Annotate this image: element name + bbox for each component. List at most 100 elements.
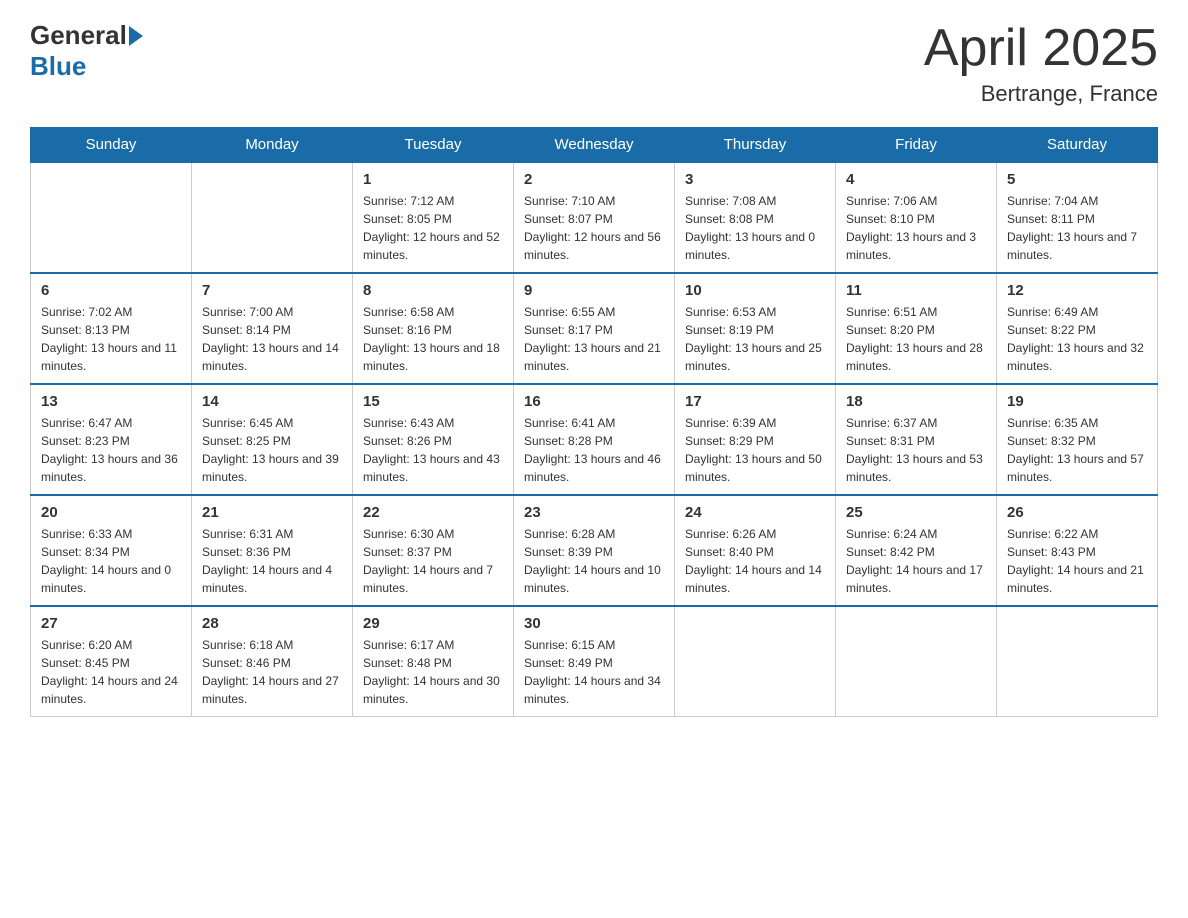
weekday-header-saturday: Saturday — [997, 128, 1158, 163]
cell-sun-info: Sunrise: 6:43 AMSunset: 8:26 PMDaylight:… — [363, 414, 503, 486]
cell-sun-info: Sunrise: 6:45 AMSunset: 8:25 PMDaylight:… — [202, 414, 342, 486]
cell-day-number: 2 — [524, 171, 664, 188]
cell-day-number: 17 — [685, 393, 825, 410]
page-header: General Blue April 2025 Bertrange, Franc… — [30, 20, 1158, 107]
calendar-cell: 22 Sunrise: 6:30 AMSunset: 8:37 PMDayligh… — [353, 495, 514, 606]
cell-day-number: 4 — [846, 171, 986, 188]
cell-sun-info: Sunrise: 7:04 AMSunset: 8:11 PMDaylight:… — [1007, 192, 1147, 264]
logo-general-text: General — [30, 20, 127, 51]
calendar-cell — [31, 162, 192, 273]
cell-day-number: 3 — [685, 171, 825, 188]
calendar-cell: 8 Sunrise: 6:58 AMSunset: 8:16 PMDaylight… — [353, 273, 514, 384]
cell-day-number: 14 — [202, 393, 342, 410]
cell-day-number: 11 — [846, 282, 986, 299]
cell-sun-info: Sunrise: 6:18 AMSunset: 8:46 PMDaylight:… — [202, 636, 342, 708]
cell-sun-info: Sunrise: 6:41 AMSunset: 8:28 PMDaylight:… — [524, 414, 664, 486]
calendar-subtitle: Bertrange, France — [924, 81, 1158, 107]
calendar-cell: 14 Sunrise: 6:45 AMSunset: 8:25 PMDayligh… — [192, 384, 353, 495]
cell-day-number: 18 — [846, 393, 986, 410]
calendar-cell: 18 Sunrise: 6:37 AMSunset: 8:31 PMDayligh… — [836, 384, 997, 495]
cell-day-number: 22 — [363, 504, 503, 521]
weekday-header-tuesday: Tuesday — [353, 128, 514, 163]
cell-day-number: 21 — [202, 504, 342, 521]
calendar-cell: 1Sunrise: 7:12 AMSunset: 8:05 PMDaylight… — [353, 162, 514, 273]
calendar-cell: 28 Sunrise: 6:18 AMSunset: 8:46 PMDayligh… — [192, 606, 353, 717]
cell-day-number: 26 — [1007, 504, 1147, 521]
cell-day-number: 23 — [524, 504, 664, 521]
weekday-header-thursday: Thursday — [675, 128, 836, 163]
calendar-cell: 5 Sunrise: 7:04 AMSunset: 8:11 PMDaylight… — [997, 162, 1158, 273]
cell-sun-info: Sunrise: 6:53 AMSunset: 8:19 PMDaylight:… — [685, 303, 825, 375]
cell-sun-info: Sunrise: 6:30 AMSunset: 8:37 PMDaylight:… — [363, 525, 503, 597]
cell-day-number: 19 — [1007, 393, 1147, 410]
calendar-cell: 2 Sunrise: 7:10 AMSunset: 8:07 PMDaylight… — [514, 162, 675, 273]
cell-day-number: 20 — [41, 504, 181, 521]
calendar-cell: 30Sunrise: 6:15 AMSunset: 8:49 PMDayligh… — [514, 606, 675, 717]
cell-day-number: 9 — [524, 282, 664, 299]
cell-day-number: 28 — [202, 615, 342, 632]
calendar-cell: 9 Sunrise: 6:55 AMSunset: 8:17 PMDaylight… — [514, 273, 675, 384]
calendar-cell: 4 Sunrise: 7:06 AMSunset: 8:10 PMDaylight… — [836, 162, 997, 273]
cell-sun-info: Sunrise: 6:26 AMSunset: 8:40 PMDaylight:… — [685, 525, 825, 597]
cell-sun-info: Sunrise: 6:58 AMSunset: 8:16 PMDaylight:… — [363, 303, 503, 375]
cell-day-number: 25 — [846, 504, 986, 521]
calendar-cell: 25 Sunrise: 6:24 AMSunset: 8:42 PMDayligh… — [836, 495, 997, 606]
cell-day-number: 24 — [685, 504, 825, 521]
cell-sun-info: Sunrise: 6:51 AMSunset: 8:20 PMDaylight:… — [846, 303, 986, 375]
calendar-cell: 20 Sunrise: 6:33 AMSunset: 8:34 PMDayligh… — [31, 495, 192, 606]
cell-sun-info: Sunrise: 6:39 AMSunset: 8:29 PMDaylight:… — [685, 414, 825, 486]
cell-day-number: 29 — [363, 615, 503, 632]
weekday-header-friday: Friday — [836, 128, 997, 163]
cell-sun-info: Sunrise: 6:47 AMSunset: 8:23 PMDaylight:… — [41, 414, 181, 486]
calendar-cell — [997, 606, 1158, 717]
calendar-cell: 29 Sunrise: 6:17 AMSunset: 8:48 PMDayligh… — [353, 606, 514, 717]
logo: General Blue — [30, 20, 145, 82]
calendar-cell: 26 Sunrise: 6:22 AMSunset: 8:43 PMDayligh… — [997, 495, 1158, 606]
calendar-cell: 19Sunrise: 6:35 AMSunset: 8:32 PMDayligh… — [997, 384, 1158, 495]
title-block: April 2025 Bertrange, France — [924, 20, 1158, 107]
cell-sun-info: Sunrise: 6:15 AMSunset: 8:49 PMDaylight:… — [524, 636, 664, 708]
week-row-2: 6Sunrise: 7:02 AMSunset: 8:13 PMDaylight… — [31, 273, 1158, 384]
cell-sun-info: Sunrise: 6:55 AMSunset: 8:17 PMDaylight:… — [524, 303, 664, 375]
calendar-cell: 11 Sunrise: 6:51 AMSunset: 8:20 PMDayligh… — [836, 273, 997, 384]
calendar-table: SundayMondayTuesdayWednesdayThursdayFrid… — [30, 127, 1158, 717]
cell-sun-info: Sunrise: 7:00 AMSunset: 8:14 PMDaylight:… — [202, 303, 342, 375]
cell-day-number: 7 — [202, 282, 342, 299]
cell-sun-info: Sunrise: 7:10 AMSunset: 8:07 PMDaylight:… — [524, 192, 664, 264]
calendar-cell: 16Sunrise: 6:41 AMSunset: 8:28 PMDayligh… — [514, 384, 675, 495]
calendar-cell: 6Sunrise: 7:02 AMSunset: 8:13 PMDaylight… — [31, 273, 192, 384]
cell-day-number: 13 — [41, 393, 181, 410]
logo-arrow-icon — [129, 26, 143, 46]
calendar-cell: 13 Sunrise: 6:47 AMSunset: 8:23 PMDayligh… — [31, 384, 192, 495]
cell-day-number: 1 — [363, 171, 503, 188]
calendar-cell: 3 Sunrise: 7:08 AMSunset: 8:08 PMDaylight… — [675, 162, 836, 273]
cell-sun-info: Sunrise: 6:24 AMSunset: 8:42 PMDaylight:… — [846, 525, 986, 597]
cell-day-number: 12 — [1007, 282, 1147, 299]
cell-sun-info: Sunrise: 6:28 AMSunset: 8:39 PMDaylight:… — [524, 525, 664, 597]
calendar-cell: 15Sunrise: 6:43 AMSunset: 8:26 PMDayligh… — [353, 384, 514, 495]
calendar-cell: 7 Sunrise: 7:00 AMSunset: 8:14 PMDaylight… — [192, 273, 353, 384]
cell-sun-info: Sunrise: 6:17 AMSunset: 8:48 PMDaylight:… — [363, 636, 503, 708]
weekday-header-wednesday: Wednesday — [514, 128, 675, 163]
cell-sun-info: Sunrise: 7:08 AMSunset: 8:08 PMDaylight:… — [685, 192, 825, 264]
logo-blue-text: Blue — [30, 51, 86, 82]
calendar-cell: 23 Sunrise: 6:28 AMSunset: 8:39 PMDayligh… — [514, 495, 675, 606]
cell-day-number: 5 — [1007, 171, 1147, 188]
cell-sun-info: Sunrise: 6:33 AMSunset: 8:34 PMDaylight:… — [41, 525, 181, 597]
cell-sun-info: Sunrise: 6:37 AMSunset: 8:31 PMDaylight:… — [846, 414, 986, 486]
weekday-header-sunday: Sunday — [31, 128, 192, 163]
week-row-1: 1Sunrise: 7:12 AMSunset: 8:05 PMDaylight… — [31, 162, 1158, 273]
cell-sun-info: Sunrise: 6:49 AMSunset: 8:22 PMDaylight:… — [1007, 303, 1147, 375]
cell-day-number: 10 — [685, 282, 825, 299]
cell-sun-info: Sunrise: 7:02 AMSunset: 8:13 PMDaylight:… — [41, 303, 181, 375]
calendar-cell: 24 Sunrise: 6:26 AMSunset: 8:40 PMDayligh… — [675, 495, 836, 606]
calendar-title: April 2025 — [924, 20, 1158, 77]
week-row-3: 13 Sunrise: 6:47 AMSunset: 8:23 PMDayligh… — [31, 384, 1158, 495]
cell-day-number: 8 — [363, 282, 503, 299]
calendar-cell — [836, 606, 997, 717]
cell-sun-info: Sunrise: 6:22 AMSunset: 8:43 PMDaylight:… — [1007, 525, 1147, 597]
header-row: SundayMondayTuesdayWednesdayThursdayFrid… — [31, 128, 1158, 163]
calendar-cell: 12 Sunrise: 6:49 AMSunset: 8:22 PMDayligh… — [997, 273, 1158, 384]
cell-sun-info: Sunrise: 6:31 AMSunset: 8:36 PMDaylight:… — [202, 525, 342, 597]
cell-sun-info: Sunrise: 7:06 AMSunset: 8:10 PMDaylight:… — [846, 192, 986, 264]
